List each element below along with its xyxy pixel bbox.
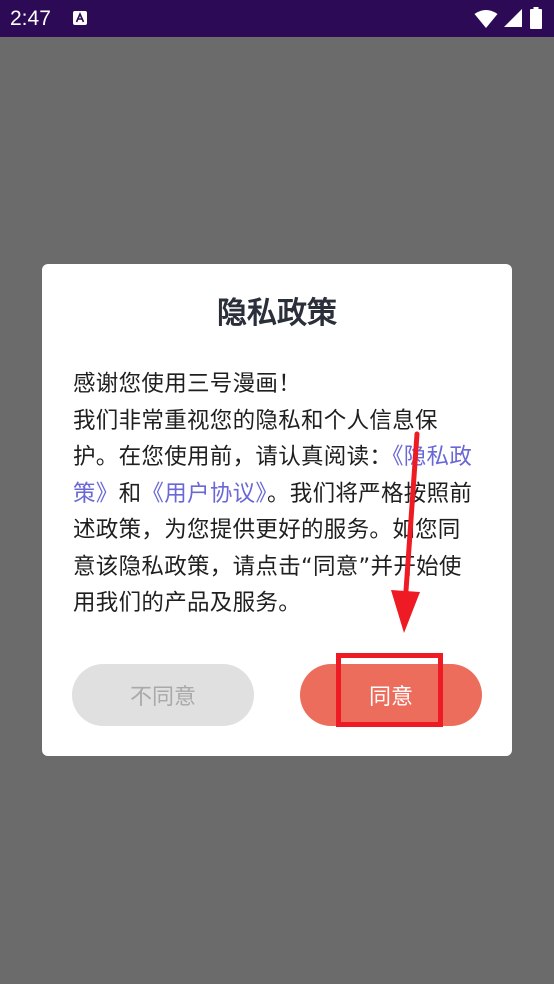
a-notification-icon — [73, 11, 87, 25]
status-bar: 2:47 — [0, 0, 554, 37]
signal-icon — [504, 9, 522, 27]
wifi-icon — [474, 10, 498, 28]
greeting-text: 感谢您使用三号漫画！ — [73, 371, 302, 397]
status-time: 2:47 — [10, 7, 51, 30]
annotation-highlight-box — [336, 653, 443, 727]
battery-icon — [530, 7, 542, 29]
disagree-button[interactable]: 不同意 — [72, 664, 254, 726]
user-agreement-link[interactable]: 《用户协议》 — [141, 481, 267, 507]
connector-text: 和 — [118, 480, 142, 507]
annotation-arrow-icon — [391, 431, 420, 633]
screen: 2:47 隐私政策 感谢您使用三号漫画！ 我们非常重视您的隐私和个人信息保护。在… — [0, 0, 554, 984]
dialog-title: 隐私政策 — [217, 296, 337, 331]
